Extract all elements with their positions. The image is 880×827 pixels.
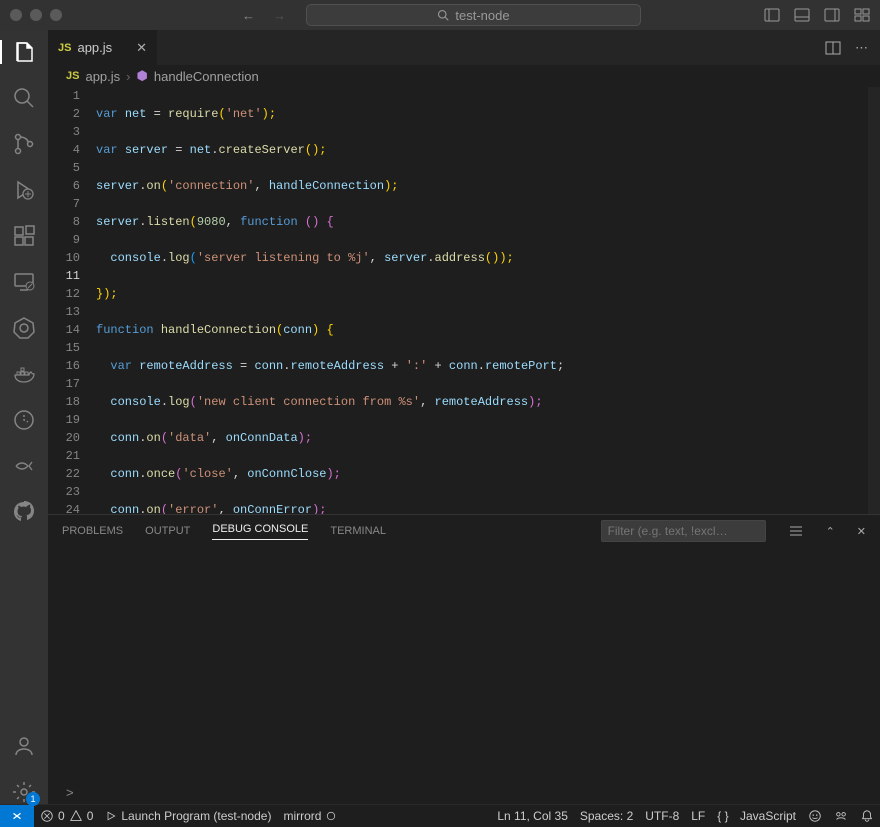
tab-output[interactable]: OUTPUT — [145, 525, 190, 537]
code-content[interactable]: var net = require('net'); var server = n… — [96, 87, 880, 514]
extensions-icon[interactable] — [0, 224, 48, 248]
search-icon[interactable] — [0, 86, 48, 110]
docker-icon[interactable] — [0, 362, 48, 386]
split-editor-icon[interactable] — [825, 40, 841, 56]
nav-back-icon[interactable]: ← — [242, 8, 255, 23]
run-debug-icon[interactable] — [0, 178, 48, 202]
title-search-text: test-node — [455, 8, 509, 23]
status-bell-icon[interactable] — [854, 809, 880, 823]
warning-icon — [69, 809, 83, 823]
status-ln-col[interactable]: Ln 11, Col 35 — [491, 809, 574, 823]
status-feedback-icon[interactable] — [802, 809, 828, 823]
activity-bar — [0, 30, 48, 804]
layout-customize-icon[interactable] — [854, 7, 870, 23]
remote-button[interactable] — [0, 805, 34, 827]
status-launch[interactable]: Launch Program (test-node) — [99, 809, 277, 823]
circle-icon — [325, 810, 337, 822]
panel: PROBLEMS OUTPUT DEBUG CONSOLE TERMINAL ⌃… — [48, 514, 880, 804]
status-errors[interactable]: 0 0 — [34, 809, 99, 823]
editor-tabs: JS app.js ✕ ⋯ — [48, 30, 880, 65]
editor[interactable]: 1 2 3 4 5 6 7 8 9 10 11 12 13 14 15 16 1… — [48, 87, 880, 514]
gitlens-icon[interactable] — [0, 454, 48, 478]
more-actions-icon[interactable]: ⋯ — [855, 40, 868, 56]
tab-problems[interactable]: PROBLEMS — [62, 525, 123, 537]
tab-terminal[interactable]: TERMINAL — [330, 525, 386, 537]
layout-sidebar-right-icon[interactable] — [824, 7, 840, 23]
settings-icon[interactable] — [0, 780, 48, 804]
minimize-window[interactable] — [30, 9, 42, 21]
debug-icon — [105, 810, 117, 822]
close-panel-icon[interactable]: ✕ — [857, 525, 866, 538]
debug-console-body — [48, 547, 880, 780]
live-share-icon[interactable] — [0, 408, 48, 432]
repl-chevron-icon: > — [66, 785, 74, 800]
close-tab-icon[interactable]: ✕ — [136, 40, 147, 56]
titlebar: ← → test-node — [0, 0, 880, 30]
tab-app-js[interactable]: JS app.js ✕ — [48, 30, 158, 65]
status-mirrord[interactable]: mirrord — [277, 809, 343, 823]
window-controls — [10, 9, 62, 21]
chevron-up-icon[interactable]: ⌃ — [826, 525, 835, 538]
filter-input[interactable] — [601, 520, 766, 542]
status-spaces[interactable]: Spaces: 2 — [574, 809, 639, 823]
js-file-icon: JS — [66, 70, 79, 82]
command-center[interactable]: test-node — [306, 4, 641, 26]
kubernetes-icon[interactable] — [0, 316, 48, 340]
settings-icon[interactable] — [788, 523, 804, 539]
status-encoding[interactable]: UTF-8 — [639, 809, 685, 823]
close-window[interactable] — [10, 9, 22, 21]
chevron-right-icon: › — [126, 69, 130, 84]
debug-repl[interactable]: > — [48, 780, 880, 804]
github-icon[interactable] — [0, 500, 48, 524]
nav-forward-icon[interactable]: → — [273, 8, 286, 23]
breadcrumb-symbol: handleConnection — [154, 69, 259, 84]
status-eol[interactable]: LF — [685, 809, 711, 823]
breadcrumb[interactable]: JS app.js › ⬢ handleConnection — [48, 65, 880, 87]
tab-debug-console[interactable]: DEBUG CONSOLE — [212, 523, 308, 540]
status-bar: 0 0 Launch Program (test-node) mirrord L… — [0, 804, 880, 826]
search-icon — [437, 9, 449, 21]
status-prettier-icon[interactable] — [828, 809, 854, 823]
layout-sidebar-left-icon[interactable] — [764, 7, 780, 23]
line-gutter: 1 2 3 4 5 6 7 8 9 10 11 12 13 14 15 16 1… — [48, 87, 96, 514]
minimap[interactable] — [868, 87, 880, 514]
status-language[interactable]: { } JavaScript — [711, 809, 802, 823]
maximize-window[interactable] — [50, 9, 62, 21]
explorer-icon[interactable] — [0, 40, 48, 64]
method-icon: ⬢ — [137, 68, 148, 84]
js-file-icon: JS — [58, 42, 71, 54]
accounts-icon[interactable] — [0, 734, 48, 758]
remote-explorer-icon[interactable] — [0, 270, 48, 294]
tab-label: app.js — [77, 40, 112, 55]
breadcrumb-file: app.js — [85, 69, 120, 84]
layout-panel-icon[interactable] — [794, 7, 810, 23]
source-control-icon[interactable] — [0, 132, 48, 156]
error-icon — [40, 809, 54, 823]
